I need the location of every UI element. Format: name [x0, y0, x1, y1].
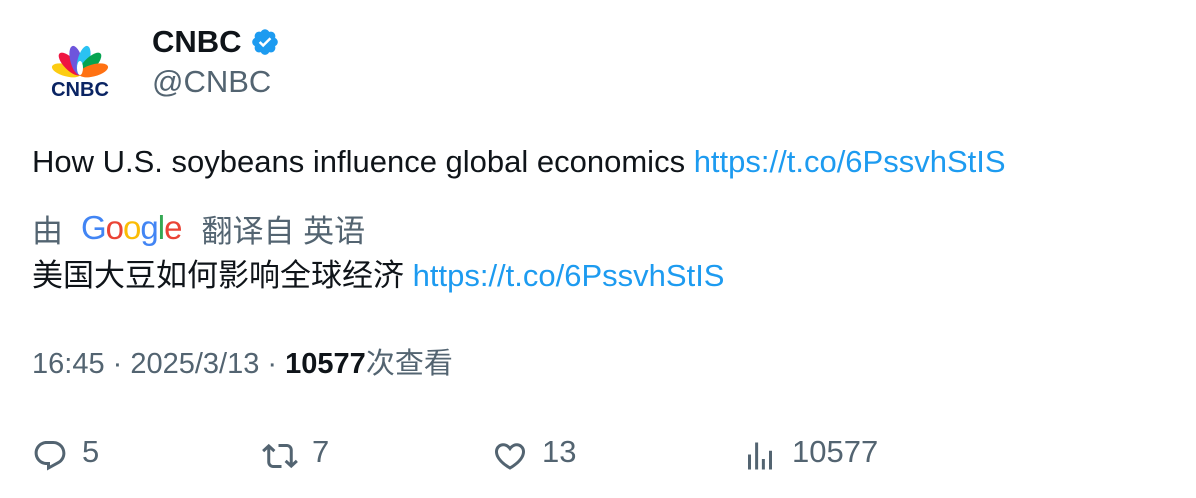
google-letter: g: [140, 209, 158, 246]
retweet-icon: [262, 443, 298, 469]
retweet-button[interactable]: 7: [262, 432, 329, 472]
views-action-count: 10577: [792, 434, 879, 469]
account-handle[interactable]: @CNBC: [152, 62, 271, 102]
display-name[interactable]: CNBC: [152, 22, 242, 62]
views-label: 次查看: [365, 348, 453, 380]
avatar[interactable]: CNBC: [40, 36, 120, 106]
meta-separator: ·: [104, 348, 131, 380]
google-logo[interactable]: Google: [81, 206, 182, 250]
reply-button[interactable]: 5: [32, 432, 99, 472]
like-button[interactable]: 13: [492, 432, 576, 472]
account-name-row[interactable]: CNBC: [152, 22, 280, 62]
google-letter: o: [123, 209, 141, 246]
verified-badge-icon[interactable]: [250, 27, 280, 57]
google-letter: G: [81, 209, 107, 246]
google-letter: o: [105, 209, 124, 246]
like-count: 13: [542, 434, 577, 469]
views-button[interactable]: 10577: [742, 432, 878, 472]
translated-by-label: 由: [32, 213, 63, 249]
reply-count: 5: [82, 434, 100, 469]
tweet-date[interactable]: 2025/3/13: [130, 348, 259, 380]
translated-link[interactable]: https://t.co/6PssvhStIS: [413, 258, 725, 293]
google-letter: e: [164, 209, 182, 246]
tweet-time[interactable]: 16:45: [32, 348, 105, 380]
translation-attribution: 由 Google 翻译自 英语: [32, 206, 365, 250]
translated-text: 美国大豆如何影响全球经济 https://t.co/6PssvhStIS: [32, 256, 725, 296]
tweet-text-body: How U.S. soybeans influence global econo…: [32, 144, 694, 179]
reply-icon: [34, 441, 66, 471]
tweet-link[interactable]: https://t.co/6PssvhStIS: [694, 144, 1006, 179]
cnbc-logo-text: CNBC: [51, 79, 109, 101]
translated-from-label: 翻译自 英语: [201, 213, 366, 249]
tweet-meta: 16:45 · 2025/3/13 · 10577次查看: [32, 344, 453, 384]
cnbc-peacock-logo: CNBC: [51, 45, 109, 101]
meta-separator: ·: [259, 348, 286, 380]
analytics-icon: [748, 442, 772, 470]
retweet-count: 7: [312, 434, 330, 469]
tweet-text: How U.S. soybeans influence global econo…: [32, 142, 1006, 182]
translated-text-body: 美国大豆如何影响全球经济: [32, 258, 413, 293]
views-count: 10577: [285, 348, 366, 380]
heart-icon: [494, 443, 526, 470]
